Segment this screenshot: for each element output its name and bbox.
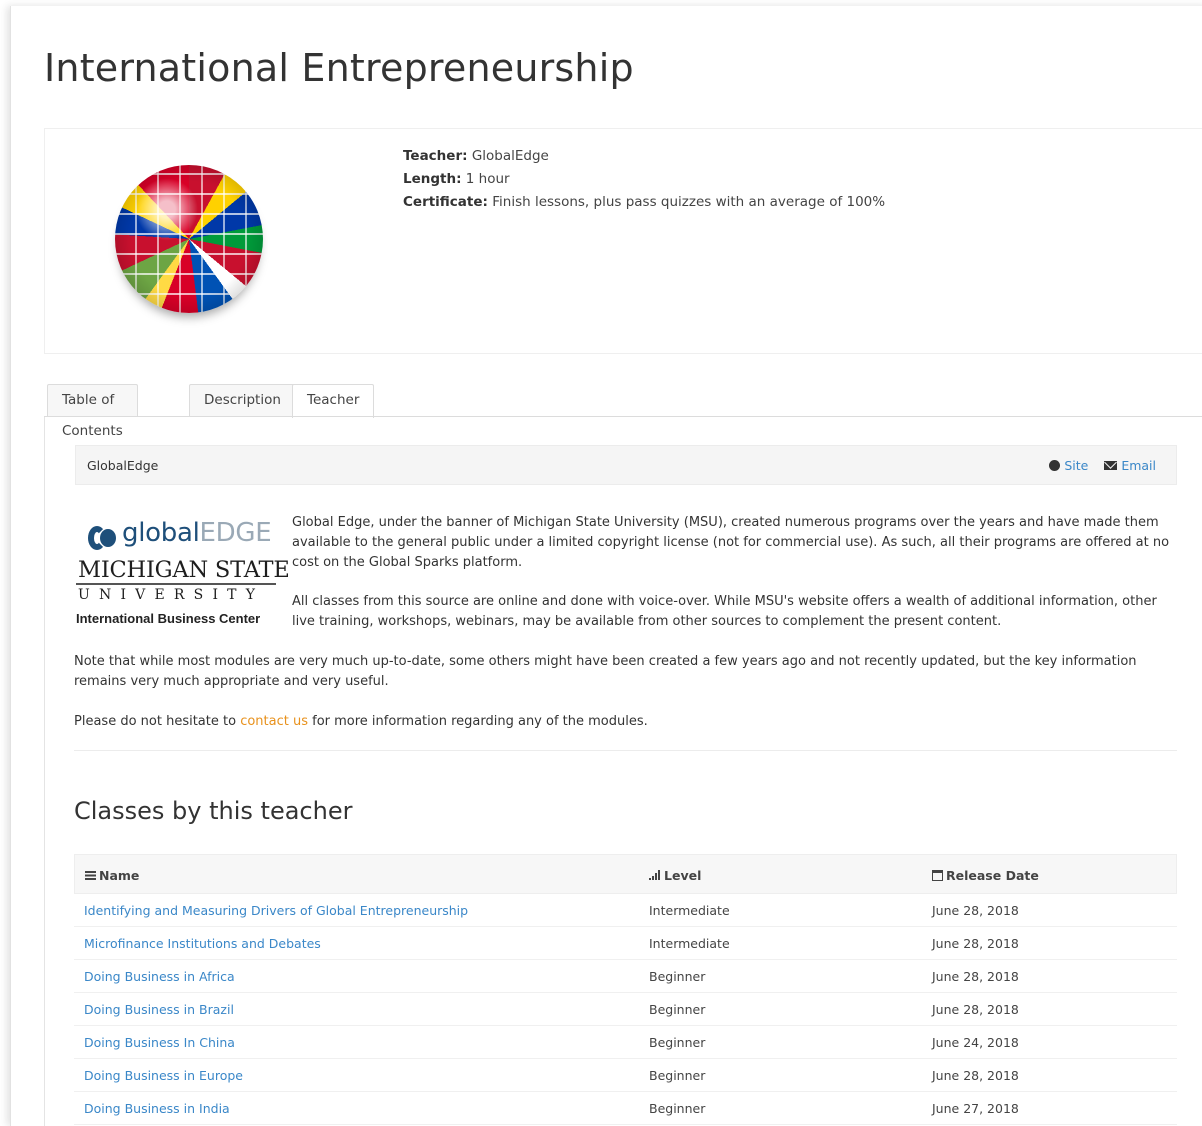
classes-table: Name Level Release Date Identifying and … — [74, 854, 1177, 1125]
table-row: Doing Business In China Beginner June 24, … — [74, 1026, 1177, 1059]
class-name-link[interactable]: Doing Business in Africa — [84, 969, 235, 984]
class-release-date: June 24, 2018 — [932, 1035, 1019, 1050]
class-name-link[interactable]: Doing Business in Brazil — [84, 1002, 234, 1017]
tab-teacher[interactable]: Teacher — [292, 384, 375, 418]
class-release-date: June 28, 2018 — [932, 1068, 1019, 1083]
teacher-paragraph-2: All classes from this source are online … — [292, 594, 1157, 629]
teacher-header: GlobalEdge Site Email — [75, 445, 1177, 485]
tab-description[interactable]: Description — [189, 384, 296, 417]
email-link-label: Email — [1121, 458, 1156, 473]
course-info-panel: Teacher: GlobalEdge Length: 1 hour Certi… — [44, 128, 1202, 354]
meta-length-label: Length: — [403, 171, 462, 187]
table-row: Doing Business in Africa Beginner June 28,… — [74, 960, 1177, 993]
meta-certificate-value: Finish lessons, plus pass quizzes with a… — [492, 194, 886, 210]
class-name-link[interactable]: Doing Business In China — [84, 1035, 235, 1050]
teacher-links: Site Email — [1049, 458, 1156, 473]
meta-length: Length: 1 hour — [403, 168, 885, 191]
meta-certificate-label: Certificate: — [403, 194, 488, 210]
table-row: Identifying and Measuring Drivers of Glo… — [74, 894, 1177, 927]
class-release-date: June 28, 2018 — [932, 969, 1019, 984]
globaledge-mark-icon — [88, 524, 116, 552]
site-link-label: Site — [1064, 458, 1089, 473]
section-divider — [74, 750, 1177, 751]
column-header-release-date[interactable]: Release Date — [932, 868, 1039, 883]
site-globe-icon — [1049, 460, 1061, 471]
table-row: Doing Business in Brazil Beginner June 28,… — [74, 993, 1177, 1026]
class-level: Beginner — [649, 1101, 706, 1116]
table-row: Doing Business in Europe Beginner June 28,… — [74, 1059, 1177, 1092]
class-name-link[interactable]: Doing Business in Europe — [84, 1068, 243, 1083]
class-level: Intermediate — [649, 903, 730, 918]
meta-length-value: 1 hour — [465, 171, 510, 187]
class-release-date: June 27, 2018 — [932, 1101, 1019, 1116]
classes-table-body: Identifying and Measuring Drivers of Glo… — [74, 894, 1177, 1125]
ibc-text: International Business Center — [76, 611, 261, 626]
globe-flags-image — [115, 165, 263, 313]
email-icon — [1104, 461, 1118, 470]
list-icon — [85, 871, 96, 880]
table-row: Microfinance Institutions and Debates Int… — [74, 927, 1177, 960]
email-link[interactable]: Email — [1092, 458, 1156, 473]
table-row: Doing Business in India Beginner June 27, … — [74, 1092, 1177, 1125]
class-level: Beginner — [649, 1068, 706, 1083]
globaledge-word: globalEDGE — [122, 518, 272, 548]
msu-wordmark: MICHIGAN STATE — [76, 557, 290, 585]
class-level: Beginner — [649, 1035, 706, 1050]
teacher-paragraph-1: Global Edge, under the banner of Michiga… — [292, 515, 1170, 570]
page-title: International Entrepreneurship — [44, 46, 634, 90]
signal-bars-icon — [649, 870, 662, 880]
calendar-icon — [932, 870, 943, 881]
contact-text-after: for more information regarding any of th… — [307, 714, 648, 729]
msu-university-text: UNIVERSITY — [78, 587, 265, 603]
class-release-date: June 28, 2018 — [932, 936, 1019, 951]
column-header-name[interactable]: Name — [85, 868, 139, 883]
class-release-date: June 28, 2018 — [932, 1002, 1019, 1017]
site-link[interactable]: Site — [1049, 458, 1088, 473]
tab-table-of-contents[interactable]: Table of Contents — [47, 384, 138, 439]
classes-table-header: Name Level Release Date — [74, 854, 1177, 894]
class-level: Beginner — [649, 969, 706, 984]
meta-certificate: Certificate: Finish lessons, plus pass q… — [403, 191, 885, 214]
class-name-link[interactable]: Microfinance Institutions and Debates — [84, 936, 321, 951]
column-header-level[interactable]: Level — [649, 868, 701, 883]
class-name-link[interactable]: Identifying and Measuring Drivers of Glo… — [84, 903, 468, 918]
course-image — [115, 165, 263, 315]
globaledge-msu-logo: globalEDGE MICHIGAN STATE UNIVERSITY Int… — [76, 515, 290, 635]
contact-us-link[interactable]: contact us — [240, 714, 308, 729]
teacher-paragraph-4: Please do not hesitate to contact us for… — [74, 712, 1174, 732]
meta-teacher: Teacher: GlobalEdge — [403, 145, 885, 168]
teacher-name: GlobalEdge — [87, 458, 159, 473]
class-level: Intermediate — [649, 936, 730, 951]
meta-teacher-label: Teacher: — [403, 148, 468, 164]
course-meta: Teacher: GlobalEdge Length: 1 hour Certi… — [403, 145, 885, 214]
class-release-date: June 28, 2018 — [932, 903, 1019, 918]
page-frame: International Entrepreneurship Teacher: … — [10, 6, 1202, 1126]
contact-text-before: Please do not hesitate to — [74, 714, 241, 729]
teacher-tab-content: GlobalEdge Site Email globalEDGE MICHIGA… — [44, 417, 1202, 1126]
class-name-link[interactable]: Doing Business in India — [84, 1101, 230, 1116]
teacher-paragraph-3: Note that while most modules are very mu… — [74, 654, 1137, 689]
class-level: Beginner — [649, 1002, 706, 1017]
meta-teacher-value: GlobalEdge — [471, 148, 549, 164]
classes-section-title: Classes by this teacher — [74, 797, 353, 825]
